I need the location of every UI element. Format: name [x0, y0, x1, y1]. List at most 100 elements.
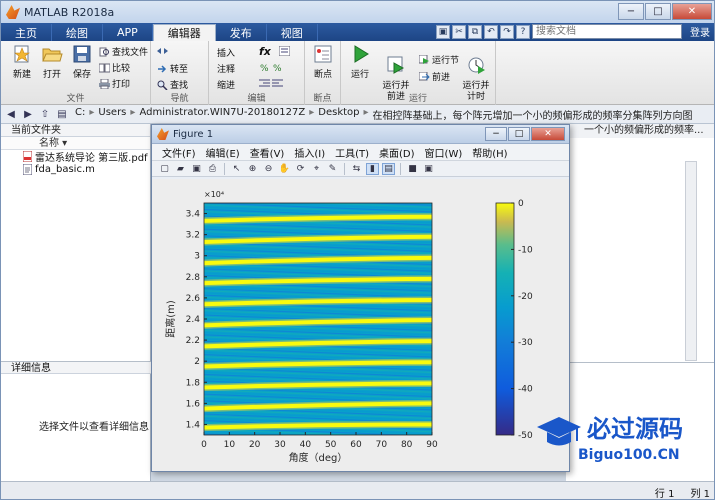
fx-button[interactable]: fx [259, 45, 271, 58]
tab-home[interactable]: 主页 [1, 24, 52, 41]
comment-icons[interactable]: %% [259, 62, 283, 72]
indent-icon [259, 79, 270, 87]
indent-button[interactable]: 缩进 [217, 78, 235, 91]
breadcrumb-users[interactable]: Users [98, 107, 126, 122]
breadcrumb-desktop[interactable]: Desktop [318, 107, 359, 122]
link-plot-icon[interactable]: ⇆ [350, 163, 363, 175]
x-tick-label: 80 [401, 440, 413, 450]
run-section-button[interactable]: 运行节 [419, 53, 459, 66]
indent-icons[interactable] [259, 78, 283, 88]
forward-icon[interactable]: ▶ [21, 107, 35, 121]
close-button[interactable]: ✕ [672, 3, 712, 20]
heatmap-chart[interactable]: 0 10 20 30 40 50 60 70 80 901.41.61.822.22.42.62.… [152, 179, 569, 471]
maximize-button[interactable]: □ [645, 3, 671, 20]
help-quick-icon[interactable]: ? [516, 24, 530, 39]
run-time-icon [468, 57, 485, 74]
rotate-icon[interactable]: ⟳ [294, 163, 307, 175]
nav-back-forward[interactable] [157, 46, 168, 56]
comment-label: 注释 [217, 65, 236, 75]
browse-folder-icon[interactable]: ▤ [55, 107, 69, 121]
ribbon-group-file: 新建 打开 保存 查找文件 比较 打印 文件 [1, 41, 151, 105]
breakpoints-button[interactable]: 断点 [308, 44, 338, 81]
zoom-out-icon[interactable]: ⊖ [262, 163, 275, 175]
m-file-icon [23, 164, 32, 175]
colorbar-tick-label: -30 [518, 338, 533, 348]
pointer-icon[interactable]: ↖ [230, 163, 243, 175]
tab-plots[interactable]: 绘图 [52, 24, 103, 41]
find-label: 查找 [170, 81, 189, 91]
save-button[interactable]: 保存 [67, 44, 97, 81]
search-input[interactable] [532, 24, 682, 39]
file-name: fda_basic.m [35, 164, 95, 175]
figure-window[interactable]: Figure 1 − □ ✕ 文件(F) 编辑(E) 查看(V) 插入(I) 工… [151, 124, 570, 472]
zoom-in-icon[interactable]: ⊕ [246, 163, 259, 175]
insert-section-button[interactable] [279, 46, 290, 56]
menu-edit[interactable]: 编辑(E) [206, 145, 240, 160]
undo-quick-icon[interactable]: ↶ [484, 24, 498, 39]
menu-desktop[interactable]: 桌面(D) [379, 145, 415, 160]
open-file-icon[interactable]: ▰ [174, 163, 187, 175]
tab-apps[interactable]: APP [103, 24, 153, 41]
comment-button[interactable]: 注释 [217, 62, 235, 75]
file-item[interactable]: 雷达系统导论 第三版.pdf [1, 150, 150, 164]
editor-scrollbar[interactable] [685, 161, 697, 361]
file-item[interactable]: fda_basic.m [1, 163, 150, 176]
copy-quick-icon[interactable]: ⧉ [468, 24, 482, 39]
menu-view[interactable]: 查看(V) [250, 145, 285, 160]
legend-icon[interactable]: ▤ [382, 162, 395, 175]
tab-publish[interactable]: 发布 [216, 24, 267, 41]
x-tick-label: 30 [274, 440, 286, 450]
menu-insert[interactable]: 插入(I) [294, 145, 325, 160]
breadcrumb-drive[interactable]: C: [75, 107, 85, 122]
new-figure-icon[interactable]: ▢ [158, 163, 171, 175]
login-button[interactable]: 登录 [684, 24, 714, 39]
redo-quick-icon[interactable]: ↷ [500, 24, 514, 39]
menu-file[interactable]: 文件(F) [162, 145, 196, 160]
print-figure-icon[interactable]: ⎙ [206, 163, 219, 175]
open-button[interactable]: 打开 [37, 44, 67, 81]
save-figure-icon[interactable]: ▣ [190, 163, 203, 175]
run-button[interactable]: 运行 [345, 44, 375, 81]
figure-maximize-button[interactable]: □ [508, 127, 530, 141]
breadcrumb-folder[interactable]: 在相控阵基础上，每个阵元增加一个小的频偏形成的频率分集阵列方向图 [373, 107, 693, 122]
cut-quick-icon[interactable]: ✂ [452, 24, 466, 39]
address-bar: ◀ ▶ ⇧ ▤ C: ▸ Users ▸ Administrator.WIN7U-2… [1, 105, 714, 124]
breadcrumb-user[interactable]: Administrator.WIN7U-20180127Z [139, 107, 305, 122]
ribbon-group-run: 运行 运行并 前进 运行节 前进 运行并 计时 运行 [341, 41, 496, 105]
watermark-cn-text: 必过源码 [587, 415, 683, 443]
up-folder-icon[interactable]: ⇧ [38, 107, 52, 121]
pan-icon[interactable]: ✋ [278, 163, 291, 175]
save-quick-icon[interactable]: ▣ [436, 24, 450, 39]
pdf-file-icon [23, 151, 32, 162]
hide-tools-icon[interactable]: ■ [406, 163, 419, 175]
back-icon[interactable]: ◀ [4, 107, 18, 121]
breakpoints-icon [314, 45, 332, 63]
menu-window[interactable]: 窗口(W) [425, 145, 463, 160]
breadcrumb[interactable]: C: ▸ Users ▸ Administrator.WIN7U-20180127Z… [75, 107, 693, 122]
menu-help[interactable]: 帮助(H) [472, 145, 507, 160]
navigate-group-label: 导航 [170, 94, 189, 104]
figure-close-button[interactable]: ✕ [531, 127, 565, 141]
sidelobe-stripe [204, 436, 432, 445]
data-cursor-icon[interactable]: ⌖ [310, 163, 323, 175]
brush-icon[interactable]: ✎ [326, 163, 339, 175]
save-label: 保存 [72, 70, 91, 80]
plot-area[interactable]: 0 10 20 30 40 50 60 70 80 90 1.4 1.6 1.8 2 2.2 2.4 2.6 2.… [152, 179, 569, 471]
show-tools-icon[interactable]: ▣ [422, 163, 435, 175]
figure-title-bar[interactable]: Figure 1 − □ ✕ [152, 125, 569, 144]
goto-button[interactable]: 转至 [157, 62, 188, 75]
menu-tools[interactable]: 工具(T) [335, 145, 369, 160]
insert-button[interactable]: 插入 [217, 46, 235, 59]
tab-editor[interactable]: 编辑器 [152, 24, 216, 41]
find-button[interactable]: 查找 [157, 78, 188, 91]
figure-minimize-button[interactable]: − [485, 127, 507, 141]
compare-button[interactable]: 比较 [99, 61, 130, 74]
new-button[interactable]: 新建 [7, 44, 37, 81]
print-button[interactable]: 打印 [99, 77, 130, 90]
find-files-button[interactable]: 查找文件 [99, 45, 148, 58]
print-icon [99, 78, 110, 89]
advance-button[interactable]: 前进 [419, 70, 450, 83]
tab-view[interactable]: 视图 [267, 24, 318, 41]
minimize-button[interactable]: − [618, 3, 644, 20]
colorbar-icon[interactable]: ▮ [366, 162, 379, 175]
